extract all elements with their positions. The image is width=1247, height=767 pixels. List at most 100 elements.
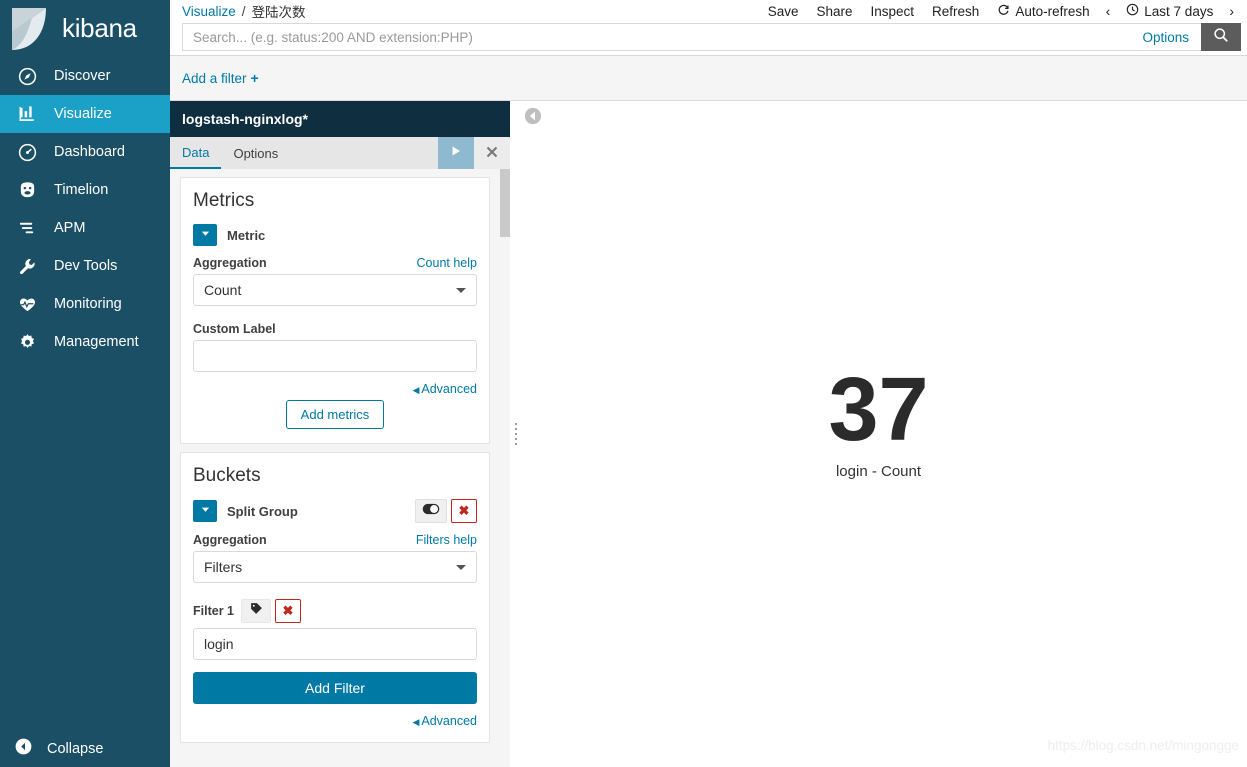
sidebar-item-dev-tools[interactable]: Dev Tools <box>0 247 170 285</box>
sidebar-item-label: Monitoring <box>54 296 122 312</box>
count-help-link[interactable]: Count help <box>417 256 477 270</box>
chevron-down-icon <box>456 287 466 293</box>
gear-icon <box>14 331 40 353</box>
chevron-down-icon <box>200 226 211 244</box>
top-nav-actions: Save Share Inspect Refresh Auto-refresh … <box>759 0 1241 22</box>
search-icon <box>1213 27 1229 48</box>
tab-data[interactable]: Data <box>170 137 222 169</box>
metric-aggregation-label: Aggregation <box>193 256 267 270</box>
tab-options[interactable]: Options <box>221 137 290 169</box>
remove-icon: ✖ <box>282 603 294 618</box>
sidebar-item-label: APM <box>54 220 86 236</box>
metric-agg-header: Metric <box>193 224 477 246</box>
sidebar-item-discover[interactable]: Discover <box>0 57 170 95</box>
chevron-down-icon <box>200 502 211 520</box>
filter-1-remove-button[interactable]: ✖ <box>275 599 301 623</box>
share-button[interactable]: Share <box>807 4 861 19</box>
visualization-editor-panel: logstash-nginxlog* Data Options Metrics … <box>170 101 510 767</box>
sidebar-item-management[interactable]: Management <box>0 323 170 361</box>
bucket-aggregation-row: Aggregation Filters help <box>193 533 477 547</box>
bucket-agg-header: Split Group ✖ <box>193 499 477 523</box>
close-icon <box>486 145 498 161</box>
add-metrics-row: Add metrics <box>193 400 477 429</box>
visualization-canvas: 37 login - Count https://blog.csdn.net/m… <box>510 101 1247 767</box>
remove-icon: ✖ <box>458 503 470 518</box>
brand-name: kibana <box>62 13 137 43</box>
add-filter-button[interactable]: Add a filter + <box>182 70 259 86</box>
time-picker-button[interactable]: Last 7 days <box>1117 3 1222 19</box>
compass-icon <box>14 65 40 87</box>
apply-changes-button[interactable] <box>438 137 474 169</box>
bucket-collapse-button[interactable] <box>193 500 217 522</box>
bucket-aggregation-select[interactable]: Filters <box>193 551 477 583</box>
editor-scrollbar[interactable] <box>500 169 510 767</box>
breadcrumb-separator: / <box>241 3 246 19</box>
content-area: logstash-nginxlog* Data Options Metrics … <box>170 101 1247 767</box>
sidebar-item-apm[interactable]: APM <box>0 209 170 247</box>
discard-changes-button[interactable] <box>474 137 510 169</box>
dashboard-icon <box>14 141 40 163</box>
sidebar-item-dashboard[interactable]: Dashboard <box>0 133 170 171</box>
sidebar-item-timelion[interactable]: Timelion <box>0 171 170 209</box>
global-nav-sidebar: kibana Discover Visualize Dashboard Time… <box>0 0 170 767</box>
search-submit-button[interactable] <box>1201 23 1241 51</box>
time-next-button[interactable]: › <box>1222 3 1241 19</box>
breadcrumb-root[interactable]: Visualize <box>182 4 236 19</box>
time-prev-button[interactable]: ‹ <box>1099 3 1118 19</box>
kibana-logo-icon <box>6 6 54 52</box>
sidebar-item-visualize[interactable]: Visualize <box>0 95 170 133</box>
chevron-down-icon <box>456 564 466 570</box>
metric-aggregation-select[interactable]: Count <box>193 274 477 306</box>
sidebar-item-monitoring[interactable]: Monitoring <box>0 285 170 323</box>
refresh-icon <box>997 3 1010 19</box>
clock-icon <box>1126 3 1139 19</box>
auto-refresh-label: Auto-refresh <box>1015 3 1090 19</box>
bucket-agg-title: Split Group <box>227 503 298 519</box>
sidebar-item-label: Dev Tools <box>54 258 118 274</box>
sidebar-item-label: Visualize <box>54 106 112 122</box>
metric-custom-label-row: Custom Label <box>193 322 477 336</box>
add-metrics-button[interactable]: Add metrics <box>285 400 385 429</box>
metric-custom-label-input[interactable] <box>193 340 477 372</box>
query-options-button[interactable]: Options <box>1130 23 1201 51</box>
editor-scrollbar-thumb[interactable] <box>500 169 510 237</box>
sidebar-item-label: Dashboard <box>54 144 125 160</box>
search-input[interactable]: Search... (e.g. status:200 AND extension… <box>182 23 1131 51</box>
toggle-icon <box>422 502 440 520</box>
plus-icon: + <box>250 70 259 86</box>
metric-advanced-row: ◀ Advanced <box>193 382 477 396</box>
sidebar-item-label: Timelion <box>54 182 109 198</box>
filter-1-input[interactable] <box>193 628 477 660</box>
brand[interactable]: kibana <box>0 0 170 57</box>
timelion-icon <box>14 179 40 201</box>
collapse-left-icon <box>14 737 33 761</box>
auto-refresh-button[interactable]: Auto-refresh <box>988 3 1098 19</box>
filter-1-label-button[interactable] <box>241 599 271 623</box>
breadcrumb-current: 登陆次数 <box>251 5 306 20</box>
play-icon <box>449 144 463 163</box>
sidebar-collapse-button[interactable]: Collapse <box>0 731 170 767</box>
add-filter-bucket-button[interactable]: Add Filter <box>193 672 477 704</box>
bucket-advanced-label: Advanced <box>421 714 477 728</box>
bucket-advanced-link[interactable]: ◀ Advanced <box>412 714 477 728</box>
save-button[interactable]: Save <box>759 4 808 19</box>
bucket-toggle-button[interactable] <box>415 499 447 523</box>
filter-bar: Add a filter + <box>170 56 1247 101</box>
editor-tabs: Data Options <box>170 137 510 169</box>
watermark: https://blog.csdn.net/mingongge <box>1047 738 1239 753</box>
buckets-title: Buckets <box>193 465 261 486</box>
metric-label: login - Count <box>835 463 922 481</box>
metric-custom-label-label: Custom Label <box>193 322 276 336</box>
bucket-remove-button[interactable]: ✖ <box>451 499 477 523</box>
inspect-button[interactable]: Inspect <box>862 4 924 19</box>
filters-help-link[interactable]: Filters help <box>416 533 477 547</box>
heartbeat-icon <box>14 293 40 315</box>
sidebar-item-label: Management <box>54 334 139 350</box>
metric-collapse-button[interactable] <box>193 224 217 246</box>
metrics-title: Metrics <box>193 190 255 211</box>
metric-aggregation-row: Aggregation Count help <box>193 256 477 270</box>
editor-resize-handle[interactable] <box>510 101 522 767</box>
refresh-button[interactable]: Refresh <box>923 4 988 19</box>
metric-advanced-link[interactable]: ◀ Advanced <box>412 382 477 396</box>
